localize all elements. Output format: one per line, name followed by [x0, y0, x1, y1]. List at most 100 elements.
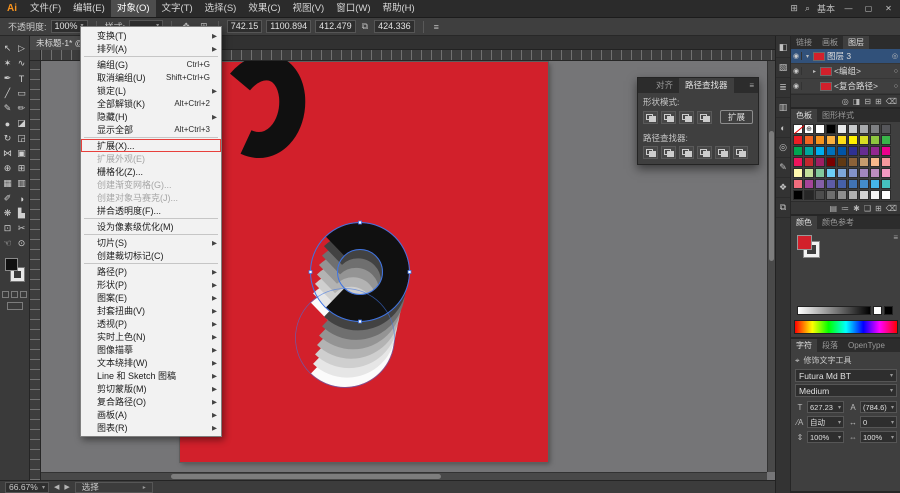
swatch[interactable]	[804, 168, 814, 178]
menu-file[interactable]: 文件(F)	[24, 0, 67, 17]
panel-menu-icon[interactable]: ≡	[893, 233, 898, 242]
tab-character[interactable]: 字符	[791, 339, 817, 352]
font-style-select[interactable]: Medium ▾	[795, 384, 897, 397]
rotate-tool[interactable]: ↻	[1, 131, 15, 146]
menu-item-rasterize[interactable]: 栅格化(Z)...	[81, 165, 221, 178]
minus-back-button[interactable]	[733, 146, 748, 159]
swatch[interactable]	[837, 124, 847, 134]
letter-artwork-selected[interactable]	[278, 220, 436, 398]
swatch[interactable]	[826, 190, 836, 200]
swatch[interactable]	[881, 135, 891, 145]
tab-graphic-styles[interactable]: 图形样式	[817, 109, 859, 122]
visibility-toggle-icon[interactable]: ◉	[791, 67, 802, 75]
horizontal-scale-field[interactable]: ⇔ 100% ▾	[848, 431, 897, 443]
touch-type-icon[interactable]: ⌖	[795, 356, 800, 366]
swatch-registration[interactable]: ⊕	[804, 124, 814, 134]
gradient-panel-icon[interactable]: ▥	[776, 98, 790, 118]
kerning-field[interactable]: ⁄A 自动 ▾	[795, 416, 844, 428]
menu-item-transform[interactable]: 变换(T) ▶	[81, 29, 221, 42]
swatch[interactable]	[870, 135, 880, 145]
touch-type-label[interactable]: 修饰文字工具	[804, 355, 852, 366]
fill-color-chip[interactable]	[797, 235, 812, 250]
eyedropper-tool[interactable]: ✐	[1, 191, 15, 206]
swatch[interactable]	[826, 157, 836, 167]
rectangle-tool[interactable]: ▭	[15, 86, 29, 101]
minus-front-button[interactable]	[661, 110, 676, 124]
selection-tool[interactable]: ↖	[1, 41, 15, 56]
swatch[interactable]	[793, 135, 803, 145]
swatch[interactable]	[826, 179, 836, 189]
menu-item-create-object-mosaic[interactable]: 创建对象马赛克(J)...	[81, 191, 221, 204]
swatch[interactable]	[859, 179, 869, 189]
visibility-toggle-icon[interactable]: ◉	[791, 52, 802, 60]
swatch[interactable]	[837, 190, 847, 200]
transparency-panel-icon[interactable]: ◐	[776, 118, 790, 138]
swatch[interactable]	[837, 146, 847, 156]
swatch[interactable]	[815, 146, 825, 156]
tab-layers[interactable]: 图层	[843, 36, 869, 49]
delete-swatch-icon[interactable]: ⌫	[886, 204, 897, 213]
swatch[interactable]	[837, 168, 847, 178]
artboard-tool[interactable]: ⊡	[1, 221, 15, 236]
scrollbar-thumb[interactable]	[769, 131, 774, 261]
menu-select[interactable]: 选择(S)	[199, 0, 243, 17]
layer-row-group[interactable]: ◉ ▸ <编组> ○	[791, 64, 900, 79]
swatch[interactable]	[848, 190, 858, 200]
menu-item-pattern[interactable]: 图案(E) ▶	[81, 291, 221, 304]
swatch[interactable]	[815, 124, 825, 134]
font-size-field[interactable]: T 627.23 ▾	[795, 401, 844, 413]
maximize-button[interactable]: ▢	[862, 4, 875, 13]
swatch[interactable]	[815, 168, 825, 178]
swatch[interactable]	[815, 135, 825, 145]
line-segment-tool[interactable]: ╱	[1, 86, 15, 101]
expand-arrow-icon[interactable]: ▾	[804, 53, 811, 60]
menu-item-make-pixel-perfect[interactable]: 设为像素级优化(M)	[81, 220, 221, 233]
scrollbar-thumb[interactable]	[171, 474, 441, 479]
menu-item-compound-path[interactable]: 复合路径(O) ▶	[81, 395, 221, 408]
swatch[interactable]	[826, 168, 836, 178]
swatch[interactable]	[870, 157, 880, 167]
menu-item-line-sketch[interactable]: Line 和 Sketch 图稿 ▶	[81, 369, 221, 382]
symbol-sprayer-tool[interactable]: ❋	[1, 206, 15, 221]
target-icon[interactable]: ○	[894, 68, 898, 75]
vertical-scrollbar[interactable]	[767, 61, 775, 472]
y-field[interactable]: 1100.894	[266, 20, 312, 33]
swatch[interactable]	[826, 124, 836, 134]
shape-builder-tool[interactable]: ⊕	[1, 161, 15, 176]
swatch[interactable]	[848, 168, 858, 178]
stroke-panel-icon[interactable]: ≣	[776, 78, 790, 98]
x-field[interactable]: 742.15	[226, 20, 263, 33]
swatch[interactable]	[793, 146, 803, 156]
swatch[interactable]	[804, 146, 814, 156]
swatch[interactable]	[826, 135, 836, 145]
swatch[interactable]	[881, 146, 891, 156]
menu-item-create-gradient-mesh[interactable]: 创建渐变网格(G)...	[81, 178, 221, 191]
menu-item-shape[interactable]: 形状(P) ▶	[81, 278, 221, 291]
zoom-level-select[interactable]: 66.67% ▾	[5, 481, 49, 493]
font-family-select[interactable]: Futura Md BT ▾	[795, 369, 897, 382]
menu-item-ungroup[interactable]: 取消编组(U) Shift+Ctrl+G	[81, 71, 221, 84]
outline-button[interactable]	[715, 146, 730, 159]
free-transform-tool[interactable]: ▣	[15, 146, 29, 161]
pencil-tool[interactable]: ✏	[15, 101, 29, 116]
swatch-libraries-icon[interactable]: ▤	[830, 204, 838, 213]
swatch[interactable]	[848, 157, 858, 167]
menu-item-expand-appearance[interactable]: 扩展外观(E)	[81, 152, 221, 165]
menu-window[interactable]: 窗口(W)	[330, 0, 376, 17]
menu-item-expand[interactable]: 扩展(X)...	[81, 139, 221, 152]
magic-wand-tool[interactable]: ✶	[1, 56, 15, 71]
expand-arrow-icon[interactable]: ▸	[811, 68, 818, 75]
draw-behind-button[interactable]	[11, 291, 18, 298]
layer-row-compound-path[interactable]: ◉ <复合路径> ○	[791, 79, 900, 94]
swatch[interactable]	[859, 157, 869, 167]
menu-view[interactable]: 视图(V)	[287, 0, 331, 17]
expand-button[interactable]: 扩展	[719, 110, 753, 124]
menu-item-live-paint[interactable]: 实时上色(N) ▶	[81, 330, 221, 343]
intersect-button[interactable]	[679, 110, 694, 124]
swatch[interactable]	[870, 190, 880, 200]
letter-artwork-top[interactable]	[226, 52, 306, 174]
menu-item-path[interactable]: 路径(P) ▶	[81, 265, 221, 278]
brushes-panel-icon[interactable]: ✎	[776, 158, 790, 178]
menu-item-flatten-transparency[interactable]: 拼合透明度(F)...	[81, 204, 221, 217]
menu-item-lock[interactable]: 锁定(L) ▶	[81, 84, 221, 97]
